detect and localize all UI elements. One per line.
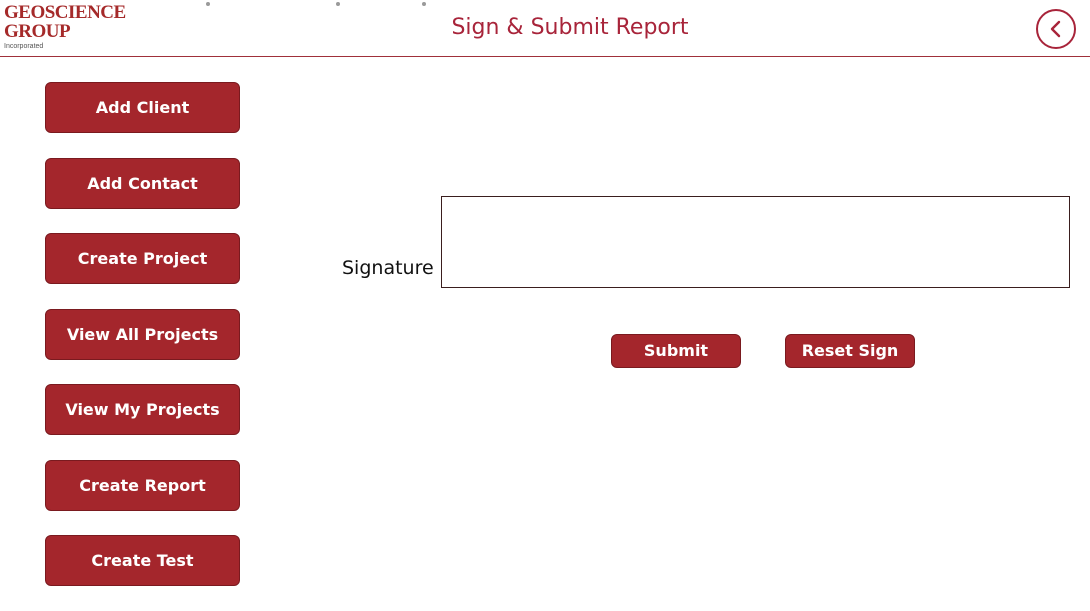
view-all-projects-button[interactable]: View All Projects (45, 308, 240, 360)
create-test-button[interactable]: Create Test (45, 535, 240, 586)
page-title: Sign & Submit Report (451, 15, 689, 40)
logo-line-2: GROUP (4, 21, 71, 42)
signature-pad[interactable] (441, 196, 1070, 288)
chevron-left-icon (1050, 20, 1061, 38)
logo-line-1: GEOSCIENCE (4, 2, 126, 23)
logo-subtitle: Incorporated (4, 43, 44, 50)
status-dot (206, 2, 210, 6)
sidebar-nav: Add Client Add Contact Create Project Vi… (45, 82, 240, 611)
create-report-button[interactable]: Create Report (45, 459, 240, 511)
signature-label: Signature (342, 257, 434, 279)
company-logo: GEOSCIENCE GROUP Incorporated (4, 2, 126, 51)
submit-button[interactable]: Submit (611, 334, 741, 368)
status-dot (336, 2, 340, 6)
reset-sign-button[interactable]: Reset Sign (785, 334, 915, 368)
create-project-button[interactable]: Create Project (45, 233, 240, 284)
back-button[interactable] (1036, 9, 1076, 49)
status-dot (422, 2, 426, 6)
view-my-projects-button[interactable]: View My Projects (45, 384, 240, 435)
add-contact-button[interactable]: Add Contact (45, 157, 240, 209)
add-client-button[interactable]: Add Client (45, 82, 240, 133)
app-header: GEOSCIENCE GROUP Incorporated Sign & Sub… (0, 0, 1090, 57)
